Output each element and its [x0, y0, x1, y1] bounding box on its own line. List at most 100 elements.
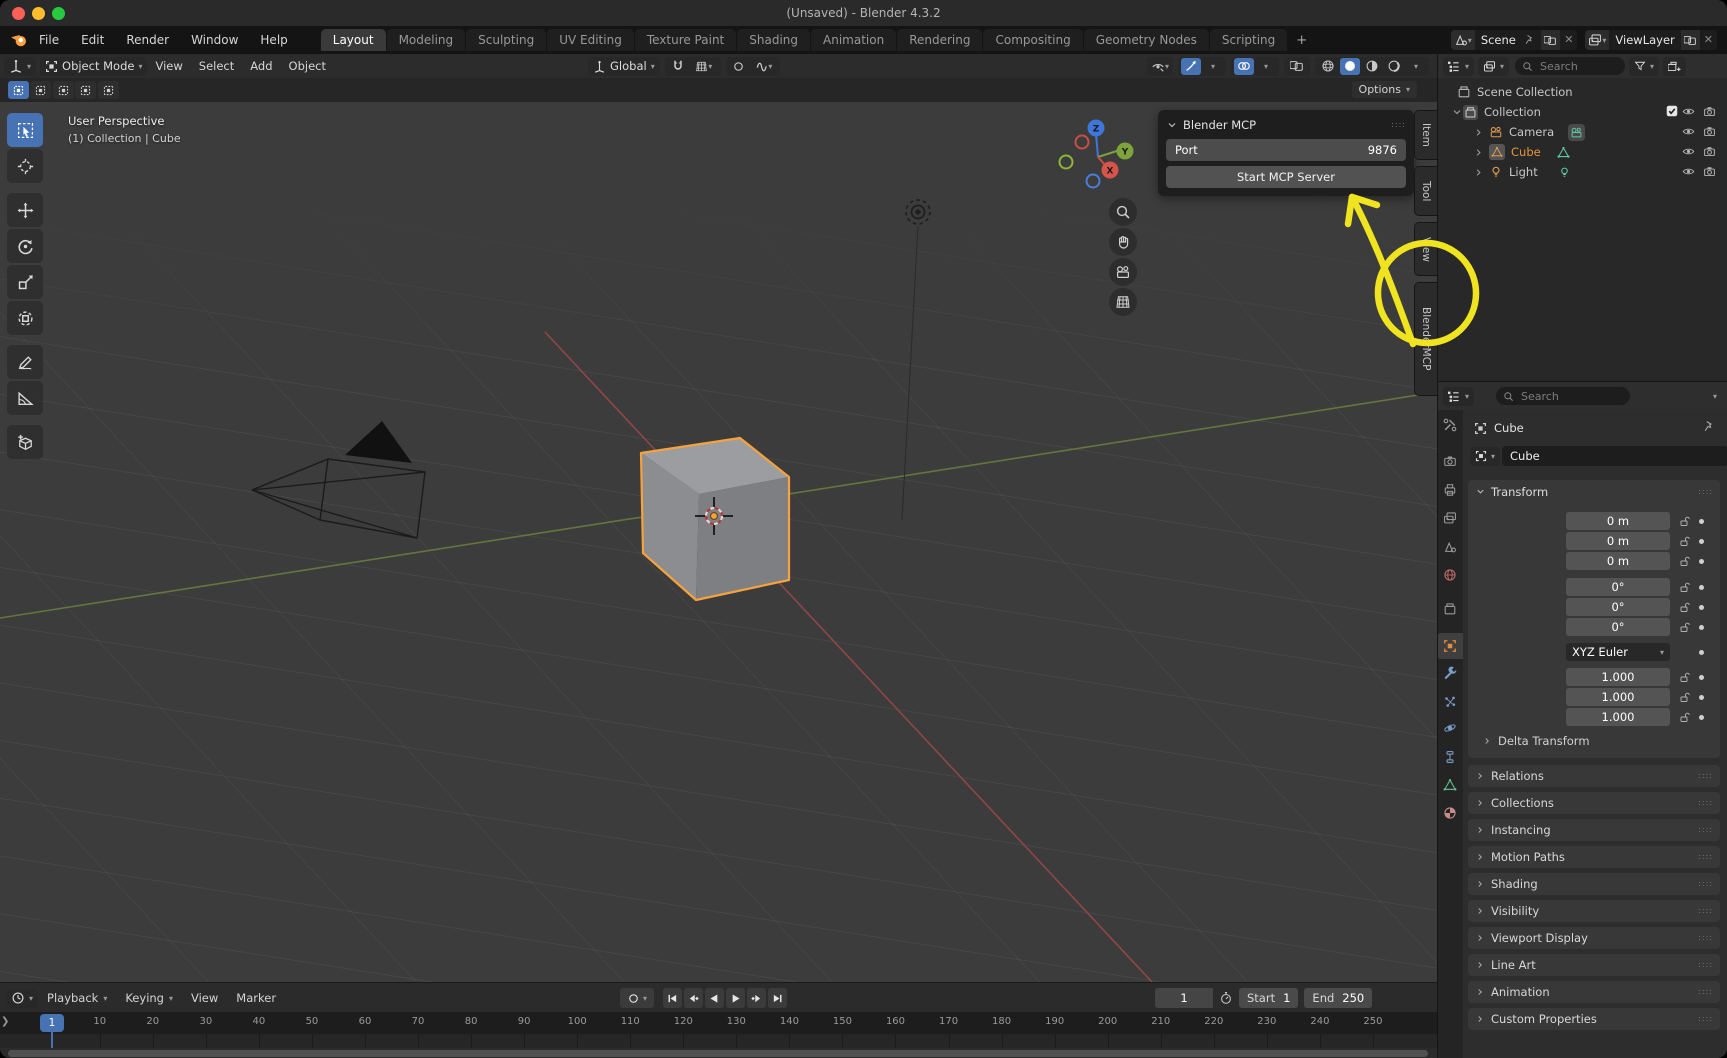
workspace-tab-texture-paint[interactable]: Texture Paint [635, 29, 736, 51]
tab-constraints[interactable] [1437, 744, 1463, 770]
expand-icon[interactable] [1473, 167, 1484, 178]
workspace-tab-geometry-nodes[interactable]: Geometry Nodes [1084, 29, 1209, 51]
timeline-menu-marker[interactable]: Marker [227, 991, 285, 1005]
shading-material-button[interactable] [1362, 58, 1382, 75]
timeline-ruler[interactable]: 1102030405060708090100110120130140150160… [0, 1012, 1437, 1034]
tab-object-data[interactable] [1437, 772, 1463, 798]
tab-view-layer[interactable] [1437, 505, 1463, 531]
play-button[interactable] [726, 988, 745, 1008]
camera-view-button[interactable] [1109, 258, 1137, 286]
panel-line-art[interactable]: Line Art:::: [1468, 954, 1720, 976]
viewlayer-browse-button[interactable]: ▾ [1585, 30, 1609, 50]
navigation-gizmo[interactable]: Z Y X [1060, 120, 1134, 188]
timeline-tick-area[interactable] [0, 1034, 1437, 1048]
gizmo-axis-neg-y[interactable] [1060, 156, 1073, 169]
panel-instancing[interactable]: Instancing:::: [1468, 819, 1720, 841]
gizmos-toggle[interactable] [1181, 58, 1201, 75]
proportional-falloff-dropdown[interactable]: ∿▾ [751, 58, 777, 75]
outliner-row-camera[interactable]: Camera [1473, 122, 1585, 142]
menu-help[interactable]: Help [249, 26, 298, 54]
blender-logo-icon[interactable] [10, 31, 28, 49]
overlays-toggle[interactable] [1234, 58, 1254, 75]
menu-edit[interactable]: Edit [70, 26, 115, 54]
workspace-tab-sculpting[interactable]: Sculpting [466, 29, 546, 51]
timeline-menu-view[interactable]: View [182, 991, 227, 1005]
transform-panel-title[interactable]: Transform [1491, 485, 1548, 499]
panel-relations[interactable]: Relations:::: [1468, 765, 1720, 787]
options-button[interactable]: Options▾ [1352, 81, 1417, 98]
lock-icon[interactable] [1678, 515, 1690, 527]
select-box-tool[interactable] [7, 113, 43, 147]
tab-collection[interactable] [1437, 596, 1463, 622]
shading-dropdown[interactable]: ▾ [1406, 58, 1426, 75]
viewport-3d[interactable]: Z Y X User Perspective (1) Collection | … [0, 102, 1437, 982]
move-tool[interactable] [7, 193, 43, 227]
panel-divider-vertical[interactable] [1437, 26, 1438, 1058]
hide-viewport-icon[interactable] [1682, 145, 1695, 158]
gizmos-dropdown[interactable]: ▾ [1203, 58, 1223, 75]
new-viewlayer-button[interactable] [1681, 30, 1700, 50]
close-window-button[interactable] [12, 7, 25, 20]
transform-tool[interactable] [7, 301, 43, 335]
tab-particles[interactable] [1437, 689, 1463, 715]
sidebar-tab-item[interactable]: Item [1414, 110, 1437, 160]
outliner-search-input[interactable] [1538, 59, 1618, 74]
menu-render[interactable]: Render [115, 26, 180, 54]
panel-animation[interactable]: Animation:::: [1468, 981, 1720, 1003]
panel-custom-properties[interactable]: Custom Properties:::: [1468, 1008, 1720, 1030]
timeline-expand-arrow[interactable]: ❯ [1, 1016, 9, 1027]
hide-viewport-icon[interactable] [1682, 165, 1695, 178]
tab-output[interactable] [1437, 477, 1463, 503]
rotation-y-field[interactable]: 0° [1566, 598, 1670, 616]
timeline-editor-type[interactable]: ▾ [6, 989, 38, 1008]
expand-icon[interactable] [1473, 127, 1484, 138]
frame-start-field[interactable]: Start1 [1239, 988, 1298, 1008]
gizmo-axis-neg-x[interactable] [1076, 136, 1089, 149]
panel-shading[interactable]: Shading:::: [1468, 873, 1720, 895]
shading-wireframe-button[interactable] [1318, 58, 1338, 75]
lock-icon[interactable] [1678, 535, 1690, 547]
shading-solid-button[interactable] [1340, 58, 1360, 75]
tab-render[interactable] [1437, 448, 1463, 474]
scale-tool[interactable] [7, 265, 43, 299]
snap-mode-dropdown[interactable]: ▾ [690, 58, 718, 75]
object-name-field[interactable]: Cube [1502, 446, 1727, 466]
animate-dot[interactable] [1699, 625, 1704, 630]
annotate-tool[interactable] [7, 345, 43, 379]
properties-search[interactable] [1496, 387, 1630, 405]
animate-dot[interactable] [1699, 695, 1704, 700]
select-mode-new[interactable] [30, 81, 51, 99]
tab-scene[interactable] [1437, 534, 1463, 560]
animate-dot[interactable] [1699, 715, 1704, 720]
animate-dot[interactable] [1699, 675, 1704, 680]
rotation-mode-dropdown[interactable]: XYZ Euler▾ [1566, 643, 1670, 661]
rotate-tool[interactable] [7, 229, 43, 263]
snap-toggle[interactable] [668, 58, 688, 75]
animate-dot[interactable] [1699, 585, 1704, 590]
sidebar-tab-tool[interactable]: Tool [1414, 166, 1437, 216]
outliner-row-cube[interactable]: Cube [1473, 142, 1570, 162]
collection-checkbox[interactable] [1665, 104, 1679, 118]
workspace-tab-rendering[interactable]: Rendering [897, 29, 982, 51]
play-reverse-button[interactable] [705, 988, 724, 1008]
scene-browse-button[interactable]: ▾ [1451, 30, 1475, 50]
timeline-menu-keying[interactable]: Keying▾ [116, 991, 182, 1005]
delete-viewlayer-button[interactable]: ✕ [1700, 30, 1717, 50]
panel-grip[interactable]: :::: [1391, 123, 1406, 127]
tab-material[interactable] [1437, 800, 1463, 826]
current-frame-badge[interactable]: 1 [40, 1014, 64, 1032]
mcp-port-field[interactable]: Port 9876 [1166, 139, 1406, 161]
scale-y-field[interactable]: 1.000 [1566, 688, 1670, 706]
viewport-menu-view[interactable]: View [147, 59, 190, 73]
viewport-menu-object[interactable]: Object [281, 59, 334, 73]
pin-id-icon[interactable] [1702, 420, 1715, 433]
hide-viewport-icon[interactable] [1682, 105, 1695, 118]
zoom-window-button[interactable] [52, 7, 65, 20]
location-z-field[interactable]: 0 m [1566, 552, 1670, 570]
panel-visibility[interactable]: Visibility:::: [1468, 900, 1720, 922]
workspace-tab-scripting[interactable]: Scripting [1210, 29, 1287, 51]
timeline-scrollbar[interactable] [8, 1050, 1428, 1057]
rotation-x-field[interactable]: 0° [1566, 578, 1670, 596]
lock-icon[interactable] [1678, 601, 1690, 613]
object-id-browse[interactable]: ▾ [1470, 447, 1500, 466]
